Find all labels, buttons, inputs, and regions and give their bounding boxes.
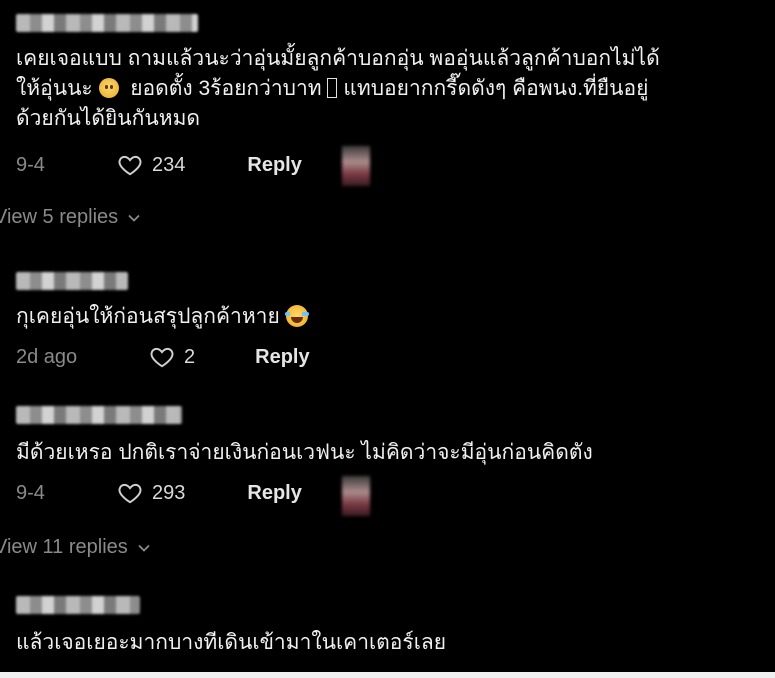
view-replies-label: View 11 replies [0, 536, 128, 558]
comment-meta: 9-4 293 Reply [16, 478, 302, 508]
like-count: 234 [152, 153, 186, 176]
heart-outline-icon [150, 347, 174, 368]
view-replies-label: View 5 replies [0, 206, 119, 228]
like-button[interactable]: 234 [116, 152, 185, 178]
bottom-edge-strip [0, 672, 775, 678]
face-with-tears-of-joy-emoji [284, 305, 309, 327]
unsupported-glyph-box [327, 78, 338, 98]
comment-text: กุเคยอุ่นให้ก่อนสรุปลูกค้าหาย [16, 302, 761, 332]
view-replies-button[interactable]: View 11 replies [0, 536, 150, 559]
comment-date: 9-4 [16, 153, 45, 176]
like-button[interactable]: 2 [148, 344, 195, 370]
comment-text: มีด้วยเหรอ ปกติเราจ่ายเงินก่อนเวฟนะ ไม่ค… [16, 441, 593, 464]
comment-meta: 9-4 234 Reply [16, 150, 302, 180]
heart-outline-icon [118, 155, 142, 176]
reply-button[interactable]: Reply [255, 346, 309, 369]
username-blurred[interactable] [16, 272, 128, 290]
comment-meta: 2d ago 2 Reply [16, 342, 310, 372]
username-blurred[interactable] [16, 596, 140, 614]
like-count: 293 [152, 481, 186, 504]
comment-date: 9-4 [16, 481, 45, 504]
username-blurred[interactable] [16, 406, 182, 424]
username-blurred[interactable] [16, 14, 198, 32]
creator-avatar-blurred [342, 476, 370, 516]
comment-date: 2d ago [16, 345, 78, 368]
creator-avatar-blurred [342, 146, 370, 186]
heart-outline-icon [118, 483, 142, 504]
chevron-down-icon [138, 544, 150, 552]
chevron-down-icon [128, 214, 140, 222]
comment-text: แล้วเจอเยอะมากบางทีเดินเข้ามาในเคาเตอร์เ… [16, 631, 447, 654]
like-count: 2 [184, 345, 196, 368]
view-replies-button[interactable]: View 5 replies [0, 206, 140, 229]
reply-button[interactable]: Reply [247, 154, 301, 177]
like-button[interactable]: 293 [116, 480, 185, 506]
comment-text: เคยเจอแบบ ถามแล้วนะว่าอุ่นมั้ยลูกค้าบอกอ… [16, 47, 660, 130]
reply-button[interactable]: Reply [247, 482, 301, 505]
slightly-frowning-face-emoji [98, 78, 119, 98]
